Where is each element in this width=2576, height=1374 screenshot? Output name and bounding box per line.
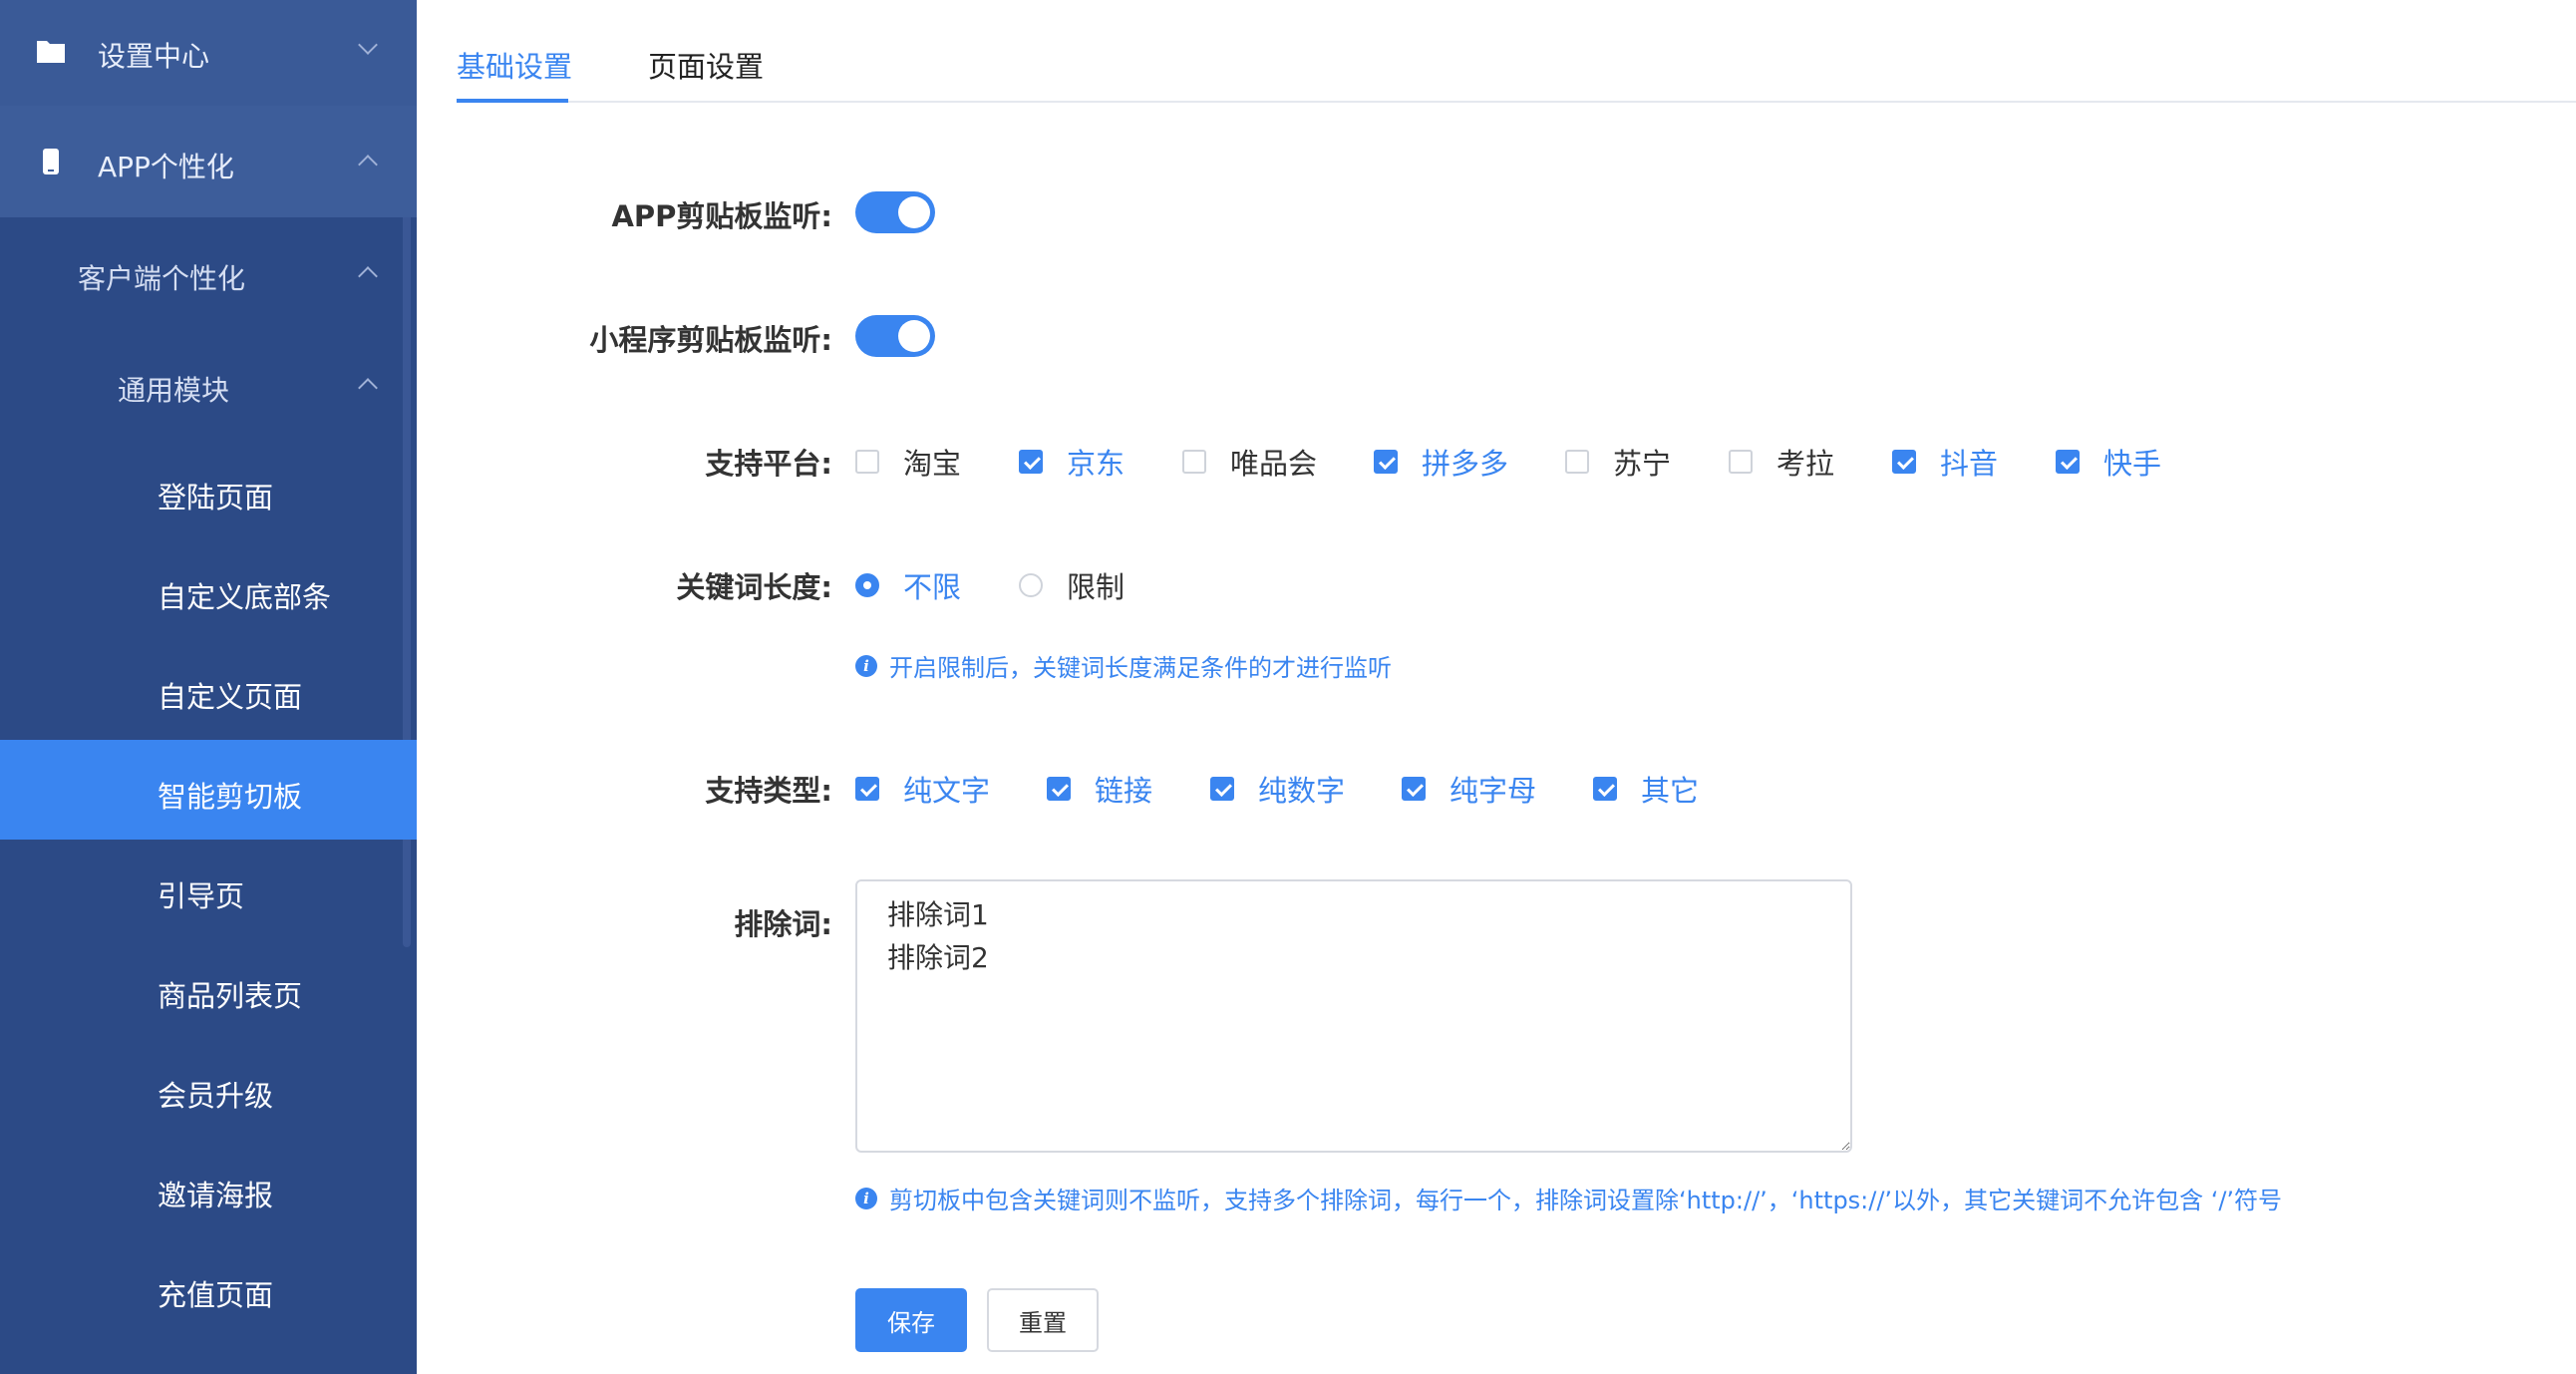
type-checkbox-other[interactable]: 其它 bbox=[1593, 768, 1699, 810]
checkbox[interactable] bbox=[2056, 450, 2080, 474]
keyword-length-radio-limited[interactable]: 限制 bbox=[1019, 564, 1125, 606]
platform-checkbox-douyin[interactable]: 抖音 bbox=[1892, 441, 1998, 483]
sidebar-item-label: 自定义页面 bbox=[158, 680, 303, 714]
platform-checkbox-kaola[interactable]: 考拉 bbox=[1729, 441, 1834, 483]
sidebar-item-client-personalize[interactable]: 客户端个性化 bbox=[0, 217, 417, 329]
radio[interactable] bbox=[855, 573, 879, 597]
checkbox[interactable] bbox=[1593, 777, 1617, 801]
sidebar-item-label: 商品列表页 bbox=[158, 979, 303, 1013]
type-checkbox-text[interactable]: 纯文字 bbox=[855, 768, 990, 810]
checkbox[interactable] bbox=[1729, 450, 1753, 474]
type-checkbox-link[interactable]: 链接 bbox=[1047, 768, 1152, 810]
option-label: 链接 bbox=[1095, 774, 1153, 808]
sidebar-item-guide-page[interactable]: 引导页 bbox=[0, 840, 417, 939]
option-label: 拼多多 bbox=[1422, 447, 1509, 481]
sidebar-item-settings-center[interactable]: 设置中心 bbox=[0, 0, 417, 106]
checkbox[interactable] bbox=[1374, 450, 1398, 474]
sidebar-item-custom-bottom-bar[interactable]: 自定义底部条 bbox=[0, 540, 417, 640]
tabs-baseline bbox=[457, 101, 2576, 103]
platform-checkbox-pinduoduo[interactable]: 拼多多 bbox=[1374, 441, 1508, 483]
type-checkbox-digits[interactable]: 纯数字 bbox=[1210, 768, 1345, 810]
sidebar-item-label: 设置中心 bbox=[98, 40, 210, 73]
checkbox[interactable] bbox=[1019, 450, 1043, 474]
sidebar-item-label: 充值页面 bbox=[158, 1278, 274, 1312]
sidebar-item-label: 会员升级 bbox=[158, 1079, 274, 1113]
checkbox[interactable] bbox=[1182, 450, 1206, 474]
sidebar-item-label: 自定义底部条 bbox=[158, 580, 332, 614]
sidebar-item-common-module[interactable]: 通用模块 bbox=[0, 329, 417, 441]
option-label: 淘宝 bbox=[903, 447, 962, 481]
chevron-up-icon bbox=[358, 378, 378, 398]
option-label: 限制 bbox=[1067, 570, 1126, 604]
sidebar: 设置中心 APP个性化 客户端个性化 通用模块 登陆页面 自定义底部条 自定义页… bbox=[0, 0, 417, 1374]
mini-clipboard-label: 小程序剪贴板监听: bbox=[589, 323, 832, 357]
info-icon: i bbox=[855, 654, 877, 677]
sidebar-item-app-personalize[interactable]: APP个性化 bbox=[0, 106, 417, 217]
option-label: 苏宁 bbox=[1613, 447, 1672, 481]
option-label: 抖音 bbox=[1940, 447, 1999, 481]
sidebar-item-login-page[interactable]: 登陆页面 bbox=[0, 441, 417, 540]
option-label: 唯品会 bbox=[1230, 447, 1318, 481]
chevron-up-icon bbox=[358, 155, 378, 174]
sidebar-item-member-upgrade[interactable]: 会员升级 bbox=[0, 1039, 417, 1139]
sidebar-item-smart-clipboard[interactable]: 智能剪切板 bbox=[0, 740, 417, 840]
option-label: 快手 bbox=[2103, 447, 2162, 481]
sidebar-item-custom-page[interactable]: 自定义页面 bbox=[0, 640, 417, 740]
exclude-hint: i 剪切板中包含关键词则不监听，支持多个排除词，每行一个，排除词设置除‘http… bbox=[855, 1181, 2282, 1215]
checkbox[interactable] bbox=[1402, 777, 1426, 801]
option-label: 其它 bbox=[1641, 774, 1700, 808]
platform-checkbox-suning[interactable]: 苏宁 bbox=[1565, 441, 1671, 483]
platform-checkbox-jd[interactable]: 京东 bbox=[1019, 441, 1125, 483]
sidebar-item-label: APP个性化 bbox=[98, 151, 234, 183]
chevron-down-icon bbox=[358, 35, 378, 55]
keyword-length-label: 关键词长度: bbox=[676, 570, 832, 604]
folder-icon bbox=[37, 41, 65, 63]
app-clipboard-label: APP剪贴板监听: bbox=[611, 199, 832, 233]
app-clipboard-toggle[interactable] bbox=[855, 191, 935, 233]
option-label: 纯字母 bbox=[1449, 774, 1537, 808]
checkbox[interactable] bbox=[855, 777, 879, 801]
sidebar-item-label: 智能剪切板 bbox=[158, 780, 303, 814]
tab-page-settings[interactable]: 页面设置 bbox=[648, 44, 764, 86]
tab-active-indicator bbox=[457, 99, 568, 103]
platform-checkbox-kuaishou[interactable]: 快手 bbox=[2056, 441, 2161, 483]
radio[interactable] bbox=[1019, 573, 1043, 597]
option-label: 京东 bbox=[1067, 447, 1126, 481]
keyword-length-hint: i 开启限制后，关键词长度满足条件的才进行监听 bbox=[855, 648, 1392, 683]
option-label: 不限 bbox=[903, 570, 962, 604]
chevron-up-icon bbox=[358, 266, 378, 286]
platform-checkbox-vip[interactable]: 唯品会 bbox=[1182, 441, 1317, 483]
sidebar-item-product-list[interactable]: 商品列表页 bbox=[0, 939, 417, 1039]
reset-button[interactable]: 重置 bbox=[987, 1288, 1099, 1352]
keyword-length-radio-unlimited[interactable]: 不限 bbox=[855, 564, 961, 606]
mini-clipboard-toggle[interactable] bbox=[855, 315, 935, 357]
types-label: 支持类型: bbox=[705, 774, 832, 808]
sidebar-item-label: 通用模块 bbox=[118, 374, 230, 407]
info-icon: i bbox=[855, 1187, 877, 1209]
checkbox[interactable] bbox=[855, 450, 879, 474]
sidebar-item-label: 邀请海报 bbox=[158, 1179, 274, 1212]
type-checkbox-letters[interactable]: 纯字母 bbox=[1402, 768, 1536, 810]
option-label: 纯文字 bbox=[903, 774, 991, 808]
checkbox[interactable] bbox=[1892, 450, 1916, 474]
option-label: 纯数字 bbox=[1258, 774, 1346, 808]
exclude-words-textarea[interactable]: 排除词1 排除词2 bbox=[855, 879, 1852, 1153]
hint-text: 开启限制后，关键词长度满足条件的才进行监听 bbox=[889, 654, 1392, 682]
option-label: 考拉 bbox=[1776, 447, 1835, 481]
sidebar-item-label: 登陆页面 bbox=[158, 481, 274, 515]
exclude-label: 排除词: bbox=[734, 907, 832, 941]
tab-basic-settings[interactable]: 基础设置 bbox=[457, 44, 572, 86]
checkbox[interactable] bbox=[1047, 777, 1071, 801]
hint-text: 剪切板中包含关键词则不监听，支持多个排除词，每行一个，排除词设置除‘http:/… bbox=[889, 1187, 2283, 1214]
save-button[interactable]: 保存 bbox=[855, 1288, 967, 1352]
platform-checkbox-taobao[interactable]: 淘宝 bbox=[855, 441, 961, 483]
sidebar-item-label: 客户端个性化 bbox=[78, 262, 246, 295]
phone-icon bbox=[43, 149, 59, 174]
platforms-label: 支持平台: bbox=[705, 447, 832, 481]
sidebar-item-label: 引导页 bbox=[158, 879, 245, 913]
checkbox[interactable] bbox=[1565, 450, 1589, 474]
checkbox[interactable] bbox=[1210, 777, 1234, 801]
sidebar-item-invite-poster[interactable]: 邀请海报 bbox=[0, 1139, 417, 1238]
sidebar-item-recharge-page[interactable]: 充值页面 bbox=[0, 1238, 417, 1338]
